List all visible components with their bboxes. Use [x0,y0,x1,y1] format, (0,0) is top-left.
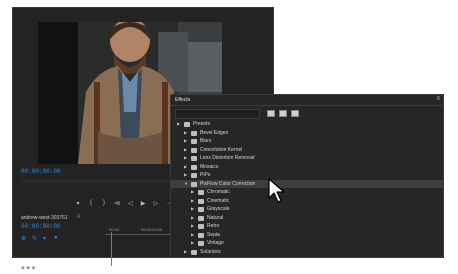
folder-icon [198,207,204,212]
effects-tree-item-label: PixFlow Color Correction [200,180,256,187]
yuv-effects-icon[interactable] [291,110,299,117]
folder-icon [191,139,197,144]
divider [171,105,443,106]
effects-tree-item[interactable]: ▶ Vintage [171,239,443,248]
effects-tree-item[interactable]: ▶ Bevel Edges [171,129,443,138]
sequence-tab[interactable]: andrew-west-303761 [21,215,68,221]
folder-icon [191,156,197,161]
effects-panel: Effects ≡ ▶ Presets ▶ Bevel Edges ▶ Blurs ▶ Con… [170,94,444,258]
effects-tree-item-label: Natural [207,214,224,221]
disclosure-collapsed-icon[interactable]: ▶ [191,214,194,223]
disclosure-collapsed-icon[interactable]: ▶ [191,205,194,214]
effects-tree-item[interactable]: ▶ Blurs [171,137,443,146]
add-marker-icon[interactable]: ▾ [43,235,46,242]
program-timecode[interactable]: 00:00:00:00 [21,168,61,175]
effects-tree-item-label: Cinematic [207,197,230,204]
marker-icon[interactable]: ▾ [73,200,83,207]
effects-tree-item-label: Blurs [200,138,212,144]
folder-icon [198,232,204,238]
disclosure-collapsed-icon[interactable]: ▶ [184,171,187,180]
sequence-menu-icon[interactable]: ≡ [77,214,81,220]
effects-tree-item-label: Convolution Kernel [200,146,243,153]
effects-tree-item-label: Mosaics [200,163,219,170]
snap-icon[interactable]: ⚙ [21,235,26,242]
effects-tree-item[interactable]: ▼ PixFlow Color Correction [171,179,443,189]
folder-icon [191,181,197,187]
disclosure-collapsed-icon[interactable]: ▶ [184,137,187,146]
effects-tree-item-label: PiPs [200,172,211,178]
effects-tree-item[interactable]: ▶ Natural [171,214,443,223]
folder-icon [191,249,197,255]
folder-icon [198,241,204,246]
settings-icon[interactable]: ● [54,235,58,241]
effects-tree-item[interactable]: ▶ Retro [171,222,443,231]
track-header: ◆ ◆ ◆ [21,256,35,271]
mouse-pointer-icon [268,178,285,203]
effects-tree-item[interactable]: ▶ Cinematic [171,197,443,206]
folder-icon [184,122,190,127]
folder-icon [198,224,204,229]
effects-tree-item[interactable]: ▶ PiPs [171,171,443,180]
play-icon[interactable]: ▶ [138,200,148,207]
effects-tree-item[interactable]: ▶ Presets [171,120,443,129]
timeline-timecode[interactable]: 00:00:00:00 [21,223,61,230]
linked-selection-icon[interactable]: ↻ [32,235,37,242]
disclosure-collapsed-icon[interactable]: ▶ [184,129,187,138]
effects-tree-item-label: Retro [207,223,220,229]
effects-tree-item[interactable]: ▶ Grayscale [171,205,443,214]
effects-tree-item-label: Solarizes [200,248,221,255]
panel-menu-icon[interactable]: ≡ [436,96,440,102]
disclosure-collapsed-icon[interactable]: ▶ [191,239,194,248]
effects-tree-item[interactable]: ▶ Solarizes [171,248,443,257]
effects-panel-title[interactable]: Effects [175,97,190,103]
folder-icon [198,215,204,221]
effects-search-input[interactable] [175,109,260,119]
folder-icon [198,198,204,204]
disclosure-collapsed-icon[interactable]: ▶ [191,197,194,206]
disclosure-collapsed-icon[interactable]: ▶ [184,154,187,163]
disclosure-expanded-icon[interactable]: ▼ [184,180,188,189]
disclosure-collapsed-icon[interactable]: ▶ [191,222,194,231]
track-lock-icon[interactable]: ◆ ◆ ◆ [21,265,35,271]
disclosure-collapsed-icon[interactable]: ▶ [184,163,187,172]
folder-icon [191,147,197,153]
accelerated-effects-icon[interactable] [267,110,275,117]
folder-icon [198,190,204,195]
effects-tree-item[interactable]: ▶ Chromatic [171,188,443,197]
disclosure-collapsed-icon[interactable]: ▶ [177,120,180,129]
effects-tree-item-label: Presets [193,121,210,127]
timeline-playhead[interactable] [111,232,112,266]
folder-icon [191,173,197,178]
effects-tree-item[interactable]: ▶ Lens Distortion Removal [171,154,443,163]
disclosure-collapsed-icon[interactable]: ▶ [184,248,187,257]
effects-tree-item[interactable]: ▶ Sepia [171,231,443,240]
effects-tree-item[interactable]: ▶ Mosaics [171,163,443,172]
disclosure-collapsed-icon[interactable]: ▶ [191,231,194,240]
effects-tree-item-label: Sepia [207,231,220,238]
mark-in-icon[interactable]: { [86,200,96,206]
effects-tree-item[interactable]: ▶ Convolution Kernel [171,146,443,155]
folder-icon [191,130,197,136]
mark-out-icon[interactable]: } [99,200,109,206]
disclosure-collapsed-icon[interactable]: ▶ [184,146,187,155]
effects-tree-item-label: Lens Distortion Removal [200,155,255,161]
step-back-icon[interactable]: ◁ [125,200,135,207]
ruler-tick-label: 00:00:02:00 [141,227,163,232]
effects-tree-item-label: Vintage [207,240,224,246]
folder-icon [191,164,197,170]
disclosure-collapsed-icon[interactable]: ▶ [191,188,194,197]
step-forward-icon[interactable]: ▷ [151,200,161,207]
effects-tree-item-label: Chromatic [207,189,230,195]
effects-tree-item-label: Grayscale [207,206,230,212]
go-to-in-icon[interactable]: ⧏ [112,200,122,207]
32-bit-effects-icon[interactable] [279,110,287,117]
effects-tree-item-label: Bevel Edges [200,129,229,136]
